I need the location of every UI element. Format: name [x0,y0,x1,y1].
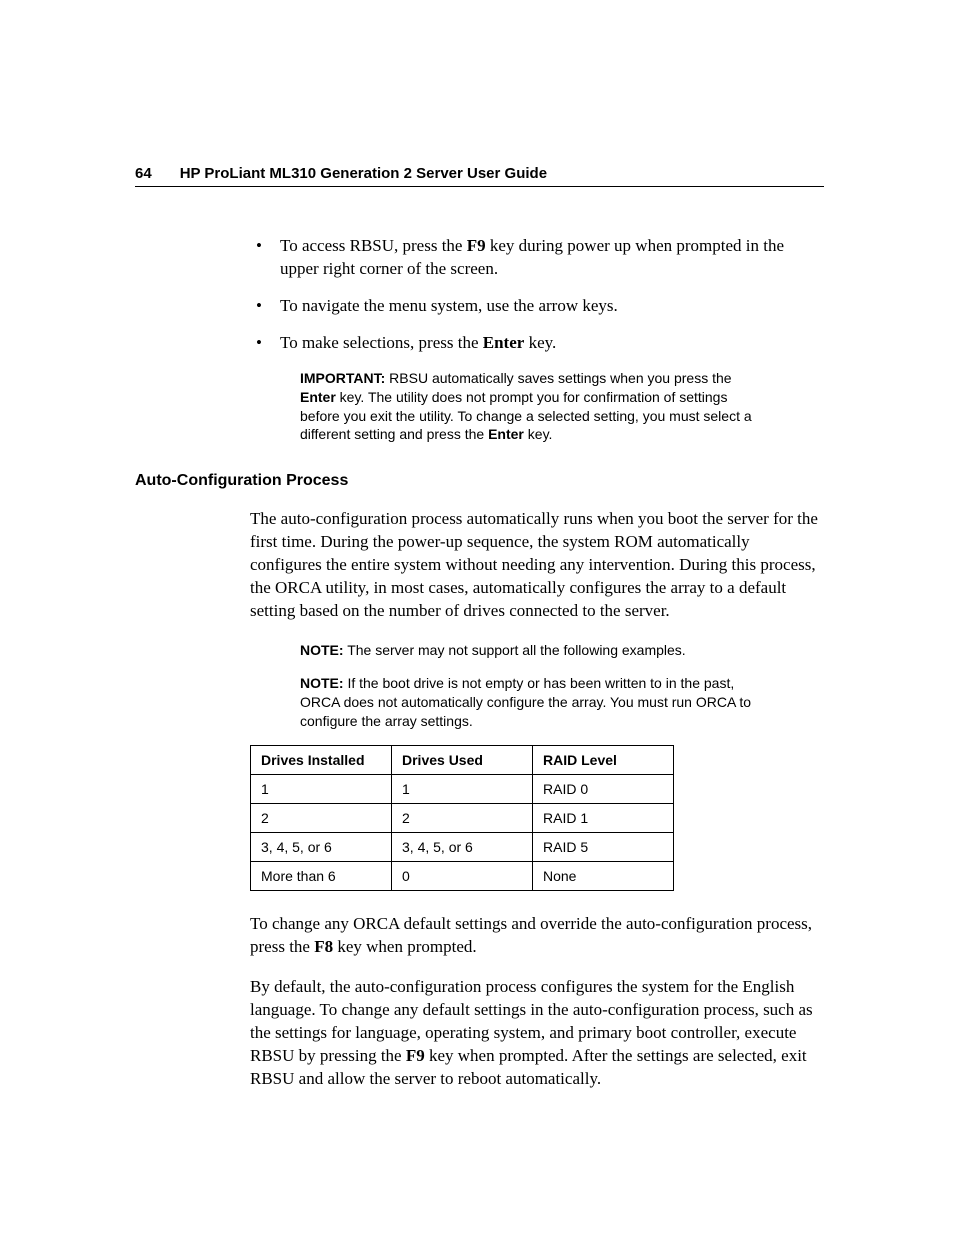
para-text: key when prompted. [333,937,477,956]
note-label: NOTE: [300,675,344,691]
note-text: If the boot drive is not empty or has be… [300,675,751,729]
key-f9: F9 [406,1046,425,1065]
table-cell: 3, 4, 5, or 6 [251,832,392,861]
raid-table: Drives Installed Drives Used RAID Level … [250,745,674,891]
bullet-text: To access RBSU, press the [280,236,467,255]
note-text: The server may not support all the follo… [344,642,686,658]
important-label: IMPORTANT: [300,370,385,386]
table-cell: 2 [392,803,533,832]
table-cell: RAID 1 [533,803,674,832]
bullet-text: To navigate the menu system, use the arr… [280,296,618,315]
table-row: 1 1 RAID 0 [251,774,674,803]
key-f9: F9 [467,236,486,255]
bullet-item: To make selections, press the Enter key. [250,332,824,355]
note-block: NOTE: The server may not support all the… [300,641,760,660]
table-cell: 1 [392,774,533,803]
body-paragraph: By default, the auto-configuration proce… [250,976,824,1091]
table-cell: None [533,861,674,890]
key-enter: Enter [300,389,336,405]
body-paragraph: The auto-configuration process automatic… [250,508,824,623]
table-cell: More than 6 [251,861,392,890]
key-enter: Enter [483,333,525,352]
note-label: NOTE: [300,642,344,658]
bullet-item: To navigate the menu system, use the arr… [250,295,824,318]
note-block: NOTE: If the boot drive is not empty or … [300,674,760,731]
table-header: Drives Installed [251,745,392,774]
table-row: 2 2 RAID 1 [251,803,674,832]
doc-title: HP ProLiant ML310 Generation 2 Server Us… [180,165,547,182]
bullet-item: To access RBSU, press the F9 key during … [250,235,824,281]
key-enter: Enter [488,426,524,442]
bullet-list: To access RBSU, press the F9 key during … [250,235,824,355]
key-f8: F8 [314,937,333,956]
table-cell: 2 [251,803,392,832]
bullet-text: key. [524,333,556,352]
table-cell: 1 [251,774,392,803]
important-text: RBSU automatically saves settings when y… [385,370,731,386]
table-row: 3, 4, 5, or 6 3, 4, 5, or 6 RAID 5 [251,832,674,861]
table-header-row: Drives Installed Drives Used RAID Level [251,745,674,774]
page-header: 64 HP ProLiant ML310 Generation 2 Server… [135,165,824,187]
important-note: IMPORTANT: RBSU automatically saves sett… [300,369,760,445]
table-cell: RAID 5 [533,832,674,861]
table-cell: 0 [392,861,533,890]
table-header: RAID Level [533,745,674,774]
page-content: 64 HP ProLiant ML310 Generation 2 Server… [0,0,954,1209]
important-text: key. [524,426,553,442]
body-paragraph: To change any ORCA default settings and … [250,913,824,959]
section-heading: Auto-Configuration Process [135,472,824,490]
page-number: 64 [135,165,152,182]
bullet-text: To make selections, press the [280,333,483,352]
table-header: Drives Used [392,745,533,774]
table-cell: 3, 4, 5, or 6 [392,832,533,861]
table-cell: RAID 0 [533,774,674,803]
table-row: More than 6 0 None [251,861,674,890]
